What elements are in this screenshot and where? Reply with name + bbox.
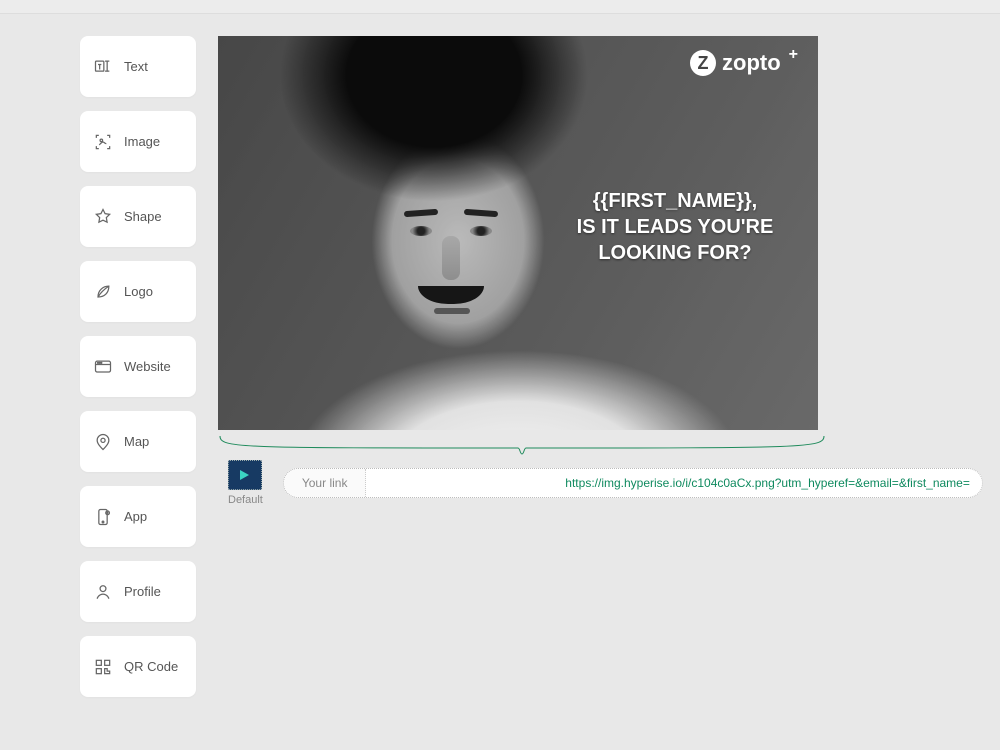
canvas-column: Z zopto+ {{FIRST_NAME}}, IS IT LEADS YOU… xyxy=(218,36,1000,697)
phone-app-icon xyxy=(92,506,114,528)
default-integration[interactable]: Default xyxy=(228,460,263,506)
tool-sidebar: Text Image Shape xyxy=(80,36,196,697)
text-icon xyxy=(92,56,114,78)
portrait-detail xyxy=(470,226,492,236)
portrait-detail xyxy=(434,308,470,314)
tool-text[interactable]: Text xyxy=(80,36,196,97)
brand-watermark: Z zopto+ xyxy=(690,50,798,76)
tool-logo[interactable]: Logo xyxy=(80,261,196,322)
tool-label: QR Code xyxy=(124,659,178,674)
tool-label: Map xyxy=(124,434,149,449)
plus-icon: + xyxy=(789,46,798,64)
tool-label: Text xyxy=(124,59,148,74)
tool-shape[interactable]: Shape xyxy=(80,186,196,247)
image-canvas[interactable]: Z zopto+ {{FIRST_NAME}}, IS IT LEADS YOU… xyxy=(218,36,818,430)
canvas-span-bracket xyxy=(218,434,826,454)
default-label: Default xyxy=(228,494,263,506)
tool-label: Website xyxy=(124,359,171,374)
leaf-icon xyxy=(92,281,114,303)
star-icon xyxy=(92,206,114,228)
output-link-row: Default Your link https://img.hyperise.i… xyxy=(218,460,1000,506)
profile-icon xyxy=(92,581,114,603)
tool-qrcode[interactable]: QR Code xyxy=(80,636,196,697)
link-url-text: https://img.hyperise.io/i/c104c0aCx.png?… xyxy=(366,476,981,490)
tool-app[interactable]: App xyxy=(80,486,196,547)
overlay-line: {{FIRST_NAME}}, xyxy=(560,188,790,214)
qrcode-icon xyxy=(92,656,114,678)
output-link-pill[interactable]: Your link https://img.hyperise.io/i/c104… xyxy=(283,468,983,498)
tool-label: Image xyxy=(124,134,160,149)
default-thumb-icon xyxy=(228,460,262,490)
tool-label: App xyxy=(124,509,147,524)
webpage-icon xyxy=(92,356,114,378)
brand-mark-icon: Z xyxy=(690,50,716,76)
tool-label: Shape xyxy=(124,209,162,224)
tool-label: Profile xyxy=(124,584,161,599)
image-scan-icon xyxy=(92,131,114,153)
overlay-line: IS IT LEADS YOU'RE xyxy=(560,214,790,240)
tool-image[interactable]: Image xyxy=(80,111,196,172)
brand-name: zopto xyxy=(722,50,781,76)
app-top-bar xyxy=(0,0,1000,14)
overlay-line: LOOKING FOR? xyxy=(560,240,790,266)
tool-profile[interactable]: Profile xyxy=(80,561,196,622)
portrait-detail xyxy=(410,226,432,236)
workspace: Text Image Shape xyxy=(0,14,1000,697)
link-lead-label: Your link xyxy=(284,469,367,497)
tool-map[interactable]: Map xyxy=(80,411,196,472)
map-pin-icon xyxy=(92,431,114,453)
tool-website[interactable]: Website xyxy=(80,336,196,397)
portrait-detail xyxy=(442,236,460,280)
overlay-text-block[interactable]: {{FIRST_NAME}}, IS IT LEADS YOU'RE LOOKI… xyxy=(560,188,790,266)
tool-label: Logo xyxy=(124,284,153,299)
